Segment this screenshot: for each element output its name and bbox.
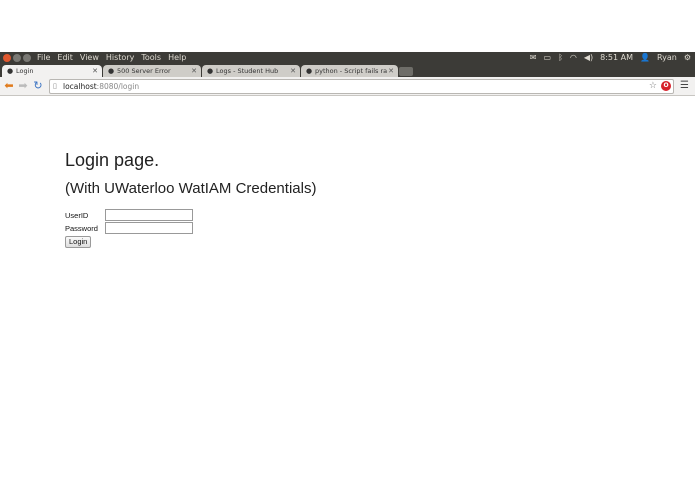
url-text[interactable]: localhost:8080/login [63,80,139,93]
userid-input[interactable] [105,209,193,221]
system-tray: ✉ ▭ ᛒ ◠ ◀) 8:51 AM 👤 Ryan ⚙ [530,53,691,63]
page-subtitle: (With UWaterloo WatIAM Credentials) [65,180,317,197]
new-tab-button[interactable] [399,67,413,76]
hamburger-menu-icon[interactable]: ☰ [680,79,689,93]
page-title: Login page. [65,150,160,170]
menu-help[interactable]: Help [168,53,186,63]
tab-label: python - Script fails rand [315,67,387,75]
wifi-icon[interactable]: ◠ [570,53,577,63]
globe-icon: ● [6,67,14,75]
close-icon[interactable]: ✕ [289,67,297,75]
tab-login[interactable]: ● Login ✕ [2,65,102,77]
menu-file[interactable]: File [37,53,50,63]
bookmark-star-icon[interactable]: ☆ [649,80,657,93]
menu-edit[interactable]: Edit [57,53,73,63]
reload-icon[interactable]: ↻ [32,79,44,93]
close-icon[interactable]: ✕ [91,67,99,75]
user-name[interactable]: Ryan [657,53,677,63]
tab-label: Login [16,67,34,75]
tab-strip: ● Login ✕ ● 500 Server Error ✕ ● Logs - … [0,64,695,77]
close-icon[interactable]: ✕ [190,67,198,75]
app-menu: File Edit View History Tools Help [37,53,186,63]
address-bar[interactable]: ▯ localhost:8080/login ☆ O [49,79,674,94]
page-content: Login page. (With UWaterloo WatIAM Crede… [0,96,695,494]
close-icon[interactable]: ✕ [387,67,395,75]
tab-label: Logs - Student Hub [216,67,279,75]
globe-icon: ● [107,67,115,75]
back-arrow-icon[interactable]: ⬅ [3,79,15,93]
password-label: Password [65,224,98,233]
battery-icon[interactable]: ▭ [544,53,552,63]
forward-arrow-icon[interactable]: ➡ [17,79,29,93]
window-close-button[interactable] [3,54,11,62]
tab-500-server-error[interactable]: ● 500 Server Error ✕ [103,65,201,77]
bluetooth-icon[interactable]: ᛒ [558,53,563,63]
clock[interactable]: 8:51 AM [600,53,633,63]
adblock-extension-icon[interactable]: O [661,81,671,91]
globe-icon: ● [206,67,214,75]
menu-history[interactable]: History [106,53,134,63]
menu-view[interactable]: View [80,53,99,63]
tab-logs-student-hub[interactable]: ● Logs - Student Hub ✕ [202,65,300,77]
window-maximize-button[interactable] [23,54,31,62]
url-path: :8080/login [96,82,140,91]
page-icon: ▯ [53,82,57,90]
tab-python-script[interactable]: ● python - Script fails rand ✕ [301,65,398,77]
menu-tools[interactable]: Tools [141,53,161,63]
gear-icon[interactable]: ⚙ [684,53,691,63]
globe-icon: ● [305,67,313,75]
tab-label: 500 Server Error [117,67,171,75]
password-input[interactable] [105,222,193,234]
url-host: localhost [63,82,97,91]
system-menubar: File Edit View History Tools Help ✉ ▭ ᛒ … [0,52,695,64]
volume-icon[interactable]: ◀) [584,53,593,63]
user-icon[interactable]: 👤 [640,53,650,63]
userid-label: UserID [65,211,89,220]
mail-icon[interactable]: ✉ [530,53,537,63]
browser-toolbar: ⬅ ➡ ↻ ▯ localhost:8080/login ☆ O ☰ [0,77,695,96]
window-minimize-button[interactable] [13,54,21,62]
login-button[interactable]: Login [65,236,92,248]
